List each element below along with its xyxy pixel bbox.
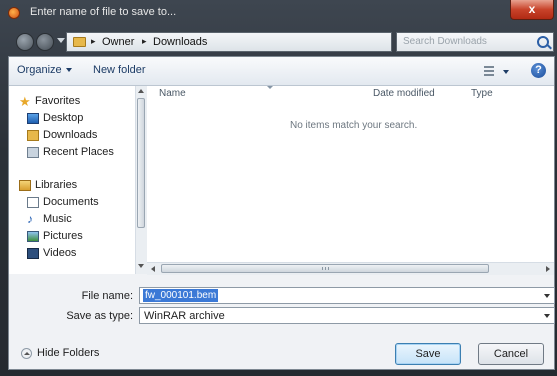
recent-pages-dropdown[interactable] xyxy=(57,38,65,43)
hide-folders-label: Hide Folders xyxy=(37,347,100,359)
window-title: Enter name of file to save to... xyxy=(30,6,177,18)
desktop-icon xyxy=(27,113,39,124)
scroll-up-icon[interactable] xyxy=(138,89,144,93)
title-bar[interactable]: Enter name of file to save to... x xyxy=(0,0,557,26)
navigation-scrollbar[interactable] xyxy=(135,86,147,274)
sidebar-item-label: Videos xyxy=(43,247,77,259)
sidebar-item-label: Favorites xyxy=(35,95,81,107)
recent-places-icon xyxy=(27,147,39,158)
search-placeholder: Search Downloads xyxy=(403,36,487,47)
star-icon: ★ xyxy=(19,94,31,109)
app-icon xyxy=(8,7,20,19)
search-input[interactable]: Search Downloads xyxy=(396,32,554,52)
navigation-pane: ★ Favorites Desktop Downloads Recent Pla… xyxy=(9,86,136,274)
save-type-value: WinRAR archive xyxy=(144,310,225,322)
pictures-icon xyxy=(27,231,39,242)
cancel-button[interactable]: Cancel xyxy=(478,343,544,365)
scrollbar-thumb[interactable] xyxy=(137,98,145,228)
chevron-down-icon[interactable] xyxy=(544,314,550,318)
chevron-up-icon xyxy=(21,348,32,359)
libraries-icon xyxy=(19,180,31,191)
save-button[interactable]: Save xyxy=(395,343,461,365)
music-icon: ♪ xyxy=(27,212,33,226)
chevron-down-icon[interactable] xyxy=(544,294,550,298)
file-name-value: fw_000101.bem xyxy=(143,289,219,302)
downloads-folder-icon xyxy=(27,130,39,141)
sidebar-item-label: Libraries xyxy=(35,179,78,191)
scrollbar-thumb[interactable] xyxy=(161,264,489,273)
save-type-label: Save as type: xyxy=(66,310,133,322)
sort-indicator-icon xyxy=(267,86,273,89)
views-icon[interactable] xyxy=(484,66,494,76)
dialog-body: Organize New folder ? ★ Favorites Deskto… xyxy=(8,56,555,370)
sidebar-item-label: Recent Places xyxy=(43,146,114,158)
organize-label: Organize xyxy=(17,64,62,76)
file-name-label: File name: xyxy=(81,290,133,302)
help-icon[interactable]: ? xyxy=(531,63,546,78)
column-header-type[interactable]: Type xyxy=(471,88,493,99)
documents-icon xyxy=(27,197,39,208)
sidebar-item-label: Pictures xyxy=(43,230,83,242)
folder-icon xyxy=(73,37,86,47)
horizontal-scrollbar[interactable] xyxy=(147,262,554,275)
breadcrumb-owner[interactable]: Owner xyxy=(102,36,134,48)
chevron-down-icon[interactable] xyxy=(503,70,509,74)
file-list[interactable]: Name Date modified Type No items match y… xyxy=(147,86,554,262)
command-bar: Organize New folder ? xyxy=(9,57,554,86)
file-name-field[interactable]: fw_000101.bem xyxy=(139,287,555,304)
sidebar-item-label: Desktop xyxy=(43,112,84,124)
breadcrumb-downloads[interactable]: Downloads xyxy=(153,36,207,48)
address-row: ▸ Owner ▸ Downloads ⟳ Search Downloads xyxy=(0,26,557,56)
column-header-name[interactable]: Name xyxy=(159,88,186,99)
sidebar-item-label: Music xyxy=(43,213,72,225)
sidebar-item-label: Documents xyxy=(43,196,99,208)
videos-icon xyxy=(27,248,39,259)
empty-list-message: No items match your search. xyxy=(290,120,418,131)
new-folder-button[interactable]: New folder xyxy=(93,64,146,76)
sidebar-item-label: Downloads xyxy=(43,129,98,141)
grip-icon xyxy=(322,267,330,270)
chevron-down-icon xyxy=(65,68,72,73)
forward-button[interactable] xyxy=(36,33,54,51)
back-button[interactable] xyxy=(16,33,34,51)
breadcrumb-separator[interactable]: ▸ xyxy=(142,36,147,47)
scroll-down-icon[interactable] xyxy=(138,264,144,268)
save-dialog: Enter name of file to save to... x ▸ Own… xyxy=(0,0,557,376)
search-icon[interactable] xyxy=(537,36,549,48)
column-header-date-modified[interactable]: Date modified xyxy=(373,88,435,99)
scroll-left-icon[interactable] xyxy=(151,266,155,272)
scroll-right-icon[interactable] xyxy=(546,266,550,272)
organize-button[interactable]: Organize xyxy=(17,64,72,76)
close-button[interactable]: x xyxy=(510,0,554,20)
breadcrumb-separator[interactable]: ▸ xyxy=(91,36,96,47)
save-type-select[interactable]: WinRAR archive xyxy=(139,307,555,324)
address-bar[interactable]: ▸ Owner ▸ Downloads ⟳ xyxy=(66,32,451,52)
